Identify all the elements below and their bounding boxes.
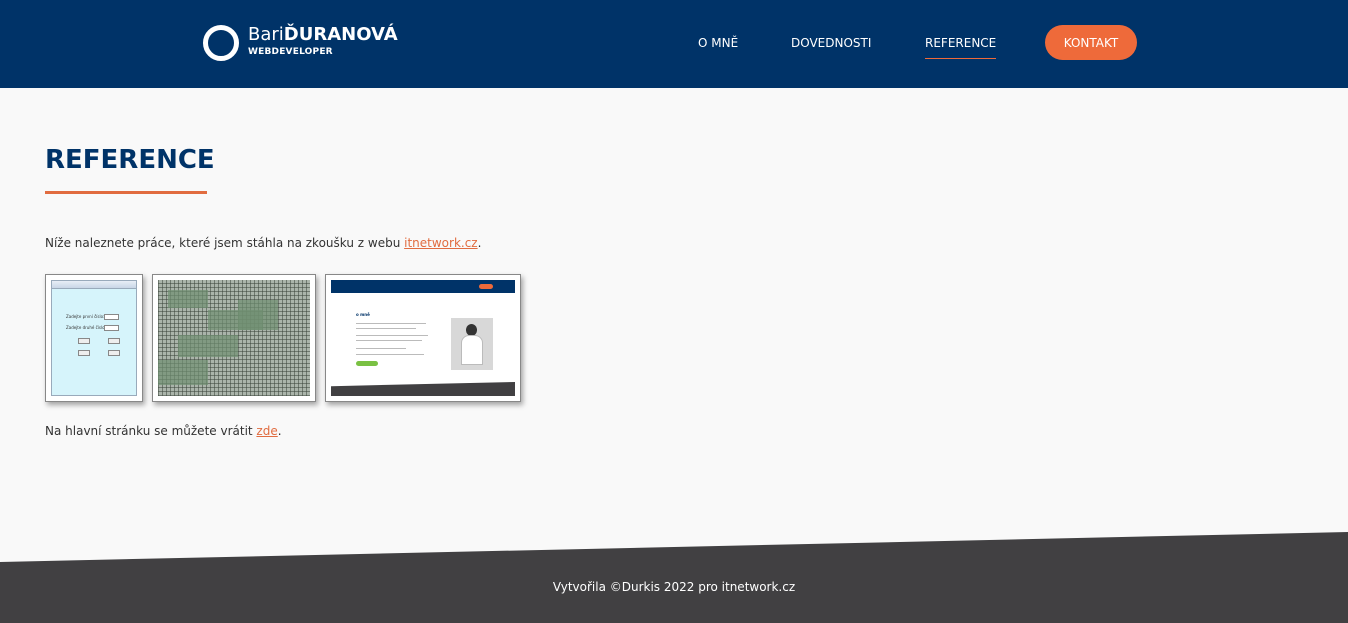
intro-end: . — [477, 236, 482, 250]
map-region — [168, 290, 208, 308]
calc-field-first — [104, 314, 119, 320]
nav-link-references[interactable]: REFERENCE — [925, 35, 997, 59]
calc-button — [78, 338, 90, 344]
game-map-screenshot — [158, 280, 310, 396]
preview-contact-button — [479, 284, 493, 289]
calculator-app-screenshot: Zadejte první číslo: Zadejte druhé číslo… — [51, 280, 137, 396]
calc-field-second — [104, 325, 119, 331]
ring-logo-icon — [203, 25, 239, 61]
logo-name-last: ĎURANOVÁ — [283, 24, 398, 45]
reference-thumbnail-game[interactable] — [152, 274, 316, 402]
map-region — [238, 300, 278, 330]
portrait-body — [461, 335, 483, 365]
calc-button — [108, 350, 120, 356]
nav-link-skills[interactable]: DOVEDNOSTI — [791, 35, 871, 51]
reference-thumbnail-website[interactable]: o mně — [325, 274, 521, 402]
map-region — [178, 335, 238, 357]
logo-name-first: Bari — [248, 24, 284, 45]
back-text: Na hlavní stránku se můžete vrátit — [45, 424, 257, 438]
preview-portrait — [451, 318, 493, 370]
logo-name: BariĎURANOVÁ — [248, 26, 398, 44]
contact-button[interactable]: KONTAKT — [1045, 25, 1137, 60]
nav-link-about[interactable]: O MNĚ — [698, 35, 738, 51]
home-link[interactable]: zde — [256, 424, 277, 438]
preview-text-line — [356, 348, 406, 349]
itnetwork-link[interactable]: itnetwork.cz — [404, 236, 477, 250]
preview-text-line — [356, 328, 416, 329]
preview-text-line — [356, 354, 424, 355]
preview-footer — [331, 382, 515, 396]
intro-text: Níže naleznete práce, které jsem stáhla … — [45, 236, 405, 250]
preview-heading: o mně — [356, 312, 370, 317]
logo-subtitle: WEBDEVELOPER — [248, 47, 333, 57]
calc-button — [78, 350, 90, 356]
preview-header — [331, 280, 515, 293]
preview-text-line — [356, 340, 422, 341]
map-region — [158, 360, 208, 385]
footer-text: Vytvořila ©Durkis 2022 pro itnetwork.cz — [552, 580, 796, 594]
logo-text: BariĎURANOVÁ WEBDEVELOPER — [248, 26, 398, 57]
site-header: BariĎURANOVÁ WEBDEVELOPER O MNĚ DOVEDNOS… — [0, 0, 1348, 88]
window-titlebar — [52, 281, 136, 289]
reference-thumbnail-calculator[interactable]: Zadejte první číslo: Zadejte druhé číslo… — [45, 274, 143, 402]
website-screenshot: o mně — [331, 280, 515, 396]
calc-label-first: Zadejte první číslo: — [66, 314, 105, 319]
title-underline — [45, 191, 207, 194]
back-end: . — [277, 424, 282, 438]
page-title: REFERENCE — [45, 145, 215, 175]
calc-label-second: Zadejte druhé číslo: — [66, 325, 106, 330]
site-logo[interactable]: BariĎURANOVÁ WEBDEVELOPER — [203, 23, 398, 63]
intro-paragraph: Níže naleznete práce, které jsem stáhla … — [45, 235, 481, 251]
preview-text-line — [356, 335, 428, 336]
site-footer — [0, 532, 1348, 623]
calc-button — [108, 338, 120, 344]
preview-text-line — [356, 323, 426, 324]
back-paragraph: Na hlavní stránku se můžete vrátit zde. — [45, 423, 282, 439]
preview-green-button — [356, 361, 378, 366]
